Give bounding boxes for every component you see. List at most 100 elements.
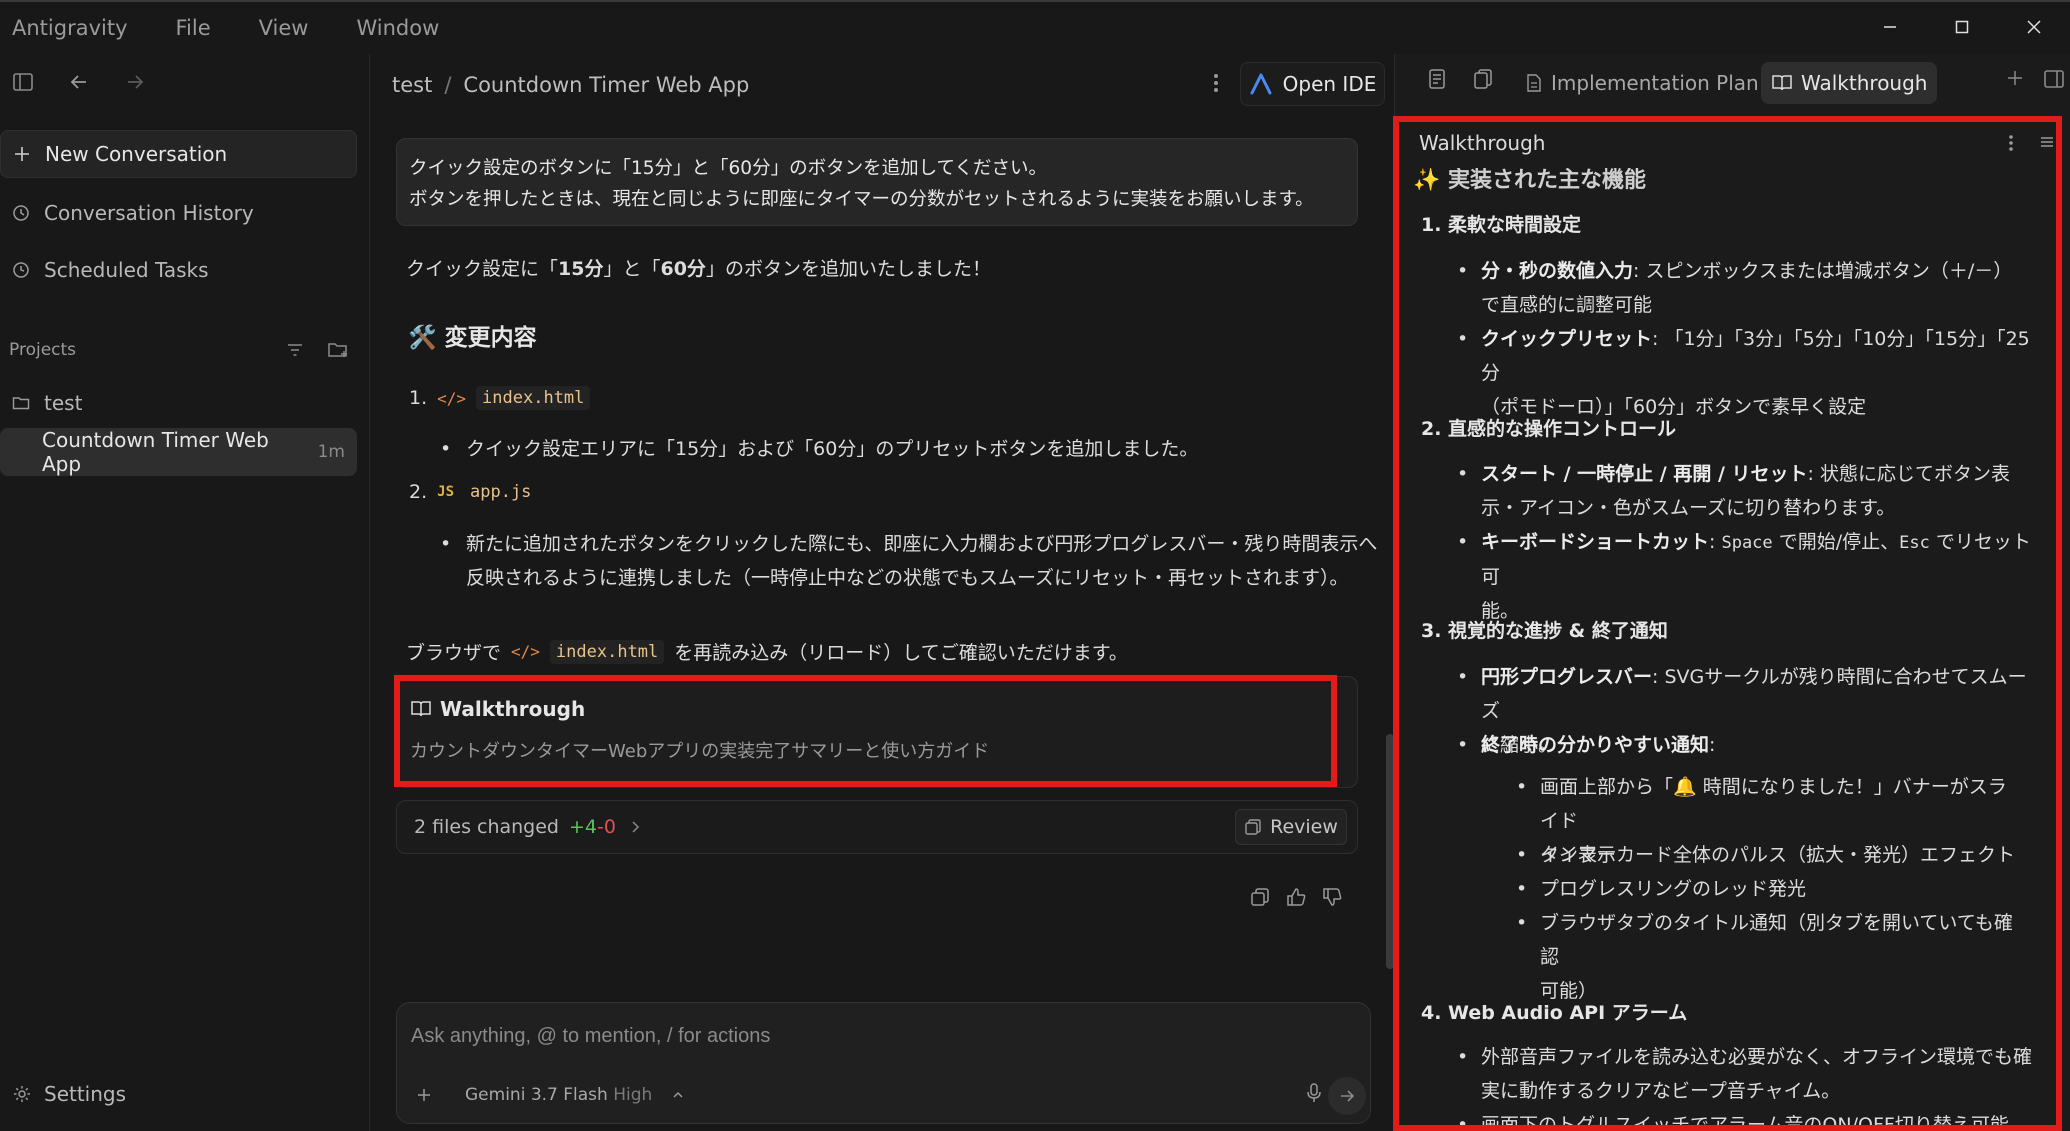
toggle-right-panel-button[interactable] (2043, 68, 2065, 94)
new-tab-button[interactable] (2005, 68, 2025, 92)
back-button[interactable] (62, 65, 96, 99)
kebab-icon (1214, 74, 1218, 92)
files-changed-bar[interactable]: 2 files changed +4 -0 Review (396, 800, 1358, 854)
document-list-button[interactable] (1427, 68, 1447, 94)
more-options-button[interactable] (1204, 68, 1228, 102)
answer-intro-bold2: 60分 (660, 258, 706, 280)
maximize-button[interactable] (1926, 2, 1998, 52)
settings-label: Settings (44, 1082, 127, 1106)
settings-button[interactable]: Settings (0, 1074, 126, 1114)
chat-input[interactable] (411, 1019, 1341, 1053)
copy-icon[interactable] (1249, 886, 1271, 908)
chat-panel: test / Countdown Timer Web App Open IDE … (371, 54, 1394, 1131)
highlight-box-walkthrough-panel (1393, 116, 2062, 1131)
project-countdown-timer[interactable]: Countdown Timer Web App 1m (0, 428, 357, 476)
close-button[interactable] (1998, 2, 2070, 52)
send-arrow-icon (1341, 1090, 1355, 1102)
open-ide-button[interactable]: Open IDE (1240, 62, 1385, 106)
files-changed-label: 2 files changed (414, 816, 559, 838)
change-desc-2-line1: 新たに追加されたボタンをクリックした際にも、即座に入力欄および円形プログレスバー… (466, 533, 1378, 555)
answer-intro-pre: クイック設定に「 (406, 258, 559, 280)
sidebar-toolbar (0, 54, 369, 110)
new-folder-icon[interactable] (327, 340, 349, 360)
toggle-sidebar-button[interactable] (6, 65, 40, 99)
project-test[interactable]: test (0, 380, 357, 426)
minimize-button[interactable] (1854, 2, 1926, 52)
browser-note-post: を再読み込み（リロード）してご確認いただけます。 (674, 642, 1128, 664)
browser-note-file[interactable]: index.html (549, 639, 665, 664)
change-num-1: 1. (409, 387, 428, 409)
additions-count: +4 (569, 816, 598, 838)
user-message: クイック設定のボタンに「15分」と「60分」のボタンを追加してください。 ボタン… (396, 138, 1358, 226)
composer: Gemini 3.7 Flash High (396, 1002, 1371, 1124)
scheduled-tasks-item[interactable]: Scheduled Tasks (0, 247, 357, 293)
deletions-count: -0 (597, 816, 616, 838)
js-file-icon: JS (437, 484, 454, 500)
project-time: 1m (317, 442, 345, 462)
arrow-right-icon (128, 75, 144, 89)
change-desc-2-line2: 反映されるように連携しました（一時停止中などの状態でもスムーズにリセット・再セッ… (466, 567, 1349, 589)
thumbs-down-icon[interactable] (1321, 886, 1343, 908)
user-message-line2: ボタンを押したときは、現在と同じように即座にタイマーの分数がセットされるように実… (409, 189, 1314, 210)
menu-bar: Antigravity File View Window (0, 1, 475, 55)
tab-walkthrough[interactable]: Walkthrough (1761, 62, 1938, 104)
breadcrumb-project[interactable]: test (392, 73, 432, 97)
filter-icon[interactable] (285, 340, 305, 360)
model-level: High (613, 1085, 653, 1105)
browser-note: ブラウザで </> index.html を再読み込み（リロード）してご確認いた… (406, 638, 1128, 665)
plus-icon (2008, 71, 2022, 85)
chevron-up-icon (673, 1091, 683, 1098)
close-icon (2027, 20, 2041, 34)
highlight-box-walkthrough-card (394, 675, 1337, 787)
change-item-1: 1. </> index.html (409, 386, 591, 410)
projects-label: Projects (9, 340, 77, 360)
composer-toolbar: Gemini 3.7 Flash High (415, 1085, 684, 1105)
document-icon (1429, 69, 1445, 89)
new-conversation-label: New Conversation (45, 142, 228, 166)
maximize-icon (1955, 20, 1969, 34)
thumbs-up-icon[interactable] (1285, 886, 1307, 908)
change-item-2: 2. JS app.js (409, 480, 537, 504)
forward-button[interactable] (118, 65, 152, 99)
add-context-icon[interactable] (415, 1086, 433, 1104)
file-text-icon (1527, 74, 1541, 92)
new-conversation-button[interactable]: New Conversation (0, 130, 357, 178)
change-file-2[interactable]: app.js (464, 480, 537, 504)
changes-heading: 🛠️ 変更内容 (408, 325, 537, 351)
html-file-icon: </> (437, 388, 467, 408)
change-file-1[interactable]: index.html (476, 386, 591, 410)
review-button[interactable]: Review (1235, 809, 1347, 845)
artifact-tabs: Implementation Plan Walkthrough (1395, 54, 2070, 116)
user-message-line1: クイック設定のボタンに「15分」と「60分」のボタンを追加してください。 (409, 158, 1047, 179)
microphone-button[interactable] (1306, 1082, 1322, 1108)
microphone-icon (1307, 1083, 1321, 1102)
feedback-actions (1249, 886, 1343, 908)
breadcrumb-title: Countdown Timer Web App (463, 73, 750, 97)
chevron-right-icon (632, 821, 640, 833)
browser-note-pre: ブラウザで (406, 642, 502, 664)
folder-icon (12, 397, 30, 410)
answer-intro-post: 」のボタンを追加いたしました！ (705, 258, 991, 280)
conversation-history-item[interactable]: Conversation History (0, 190, 357, 236)
app-name: Antigravity (12, 16, 128, 40)
tab-implementation-plan-label: Implementation Plan (1551, 71, 1759, 95)
send-button[interactable] (1328, 1077, 1366, 1115)
book-icon (1772, 75, 1792, 91)
menu-file[interactable]: File (164, 16, 211, 40)
html-file-icon: </> (511, 642, 540, 661)
answer-intro-bold1: 15分 (558, 258, 604, 280)
projects-header: Projects (9, 340, 349, 360)
history-icon (13, 205, 29, 221)
change-desc-1: クイック設定エリアに「15分」および「60分」のプリセットボタンを追加しました。 (440, 432, 1198, 466)
change-num-2: 2. (409, 481, 428, 503)
model-selector[interactable]: Gemini 3.7 Flash High (465, 1085, 652, 1105)
copy-artifact-button[interactable] (1472, 68, 1494, 94)
antigravity-logo-icon (1250, 73, 1272, 95)
menu-view[interactable]: View (247, 16, 309, 40)
open-ide-label: Open IDE (1282, 72, 1377, 96)
title-bar: Antigravity File View Window (0, 0, 2070, 54)
menu-window[interactable]: Window (344, 16, 439, 40)
project-countdown-label: Countdown Timer Web App (42, 428, 269, 476)
tab-implementation-plan[interactable]: Implementation Plan (1515, 62, 1769, 104)
tab-walkthrough-label: Walkthrough (1801, 71, 1928, 95)
